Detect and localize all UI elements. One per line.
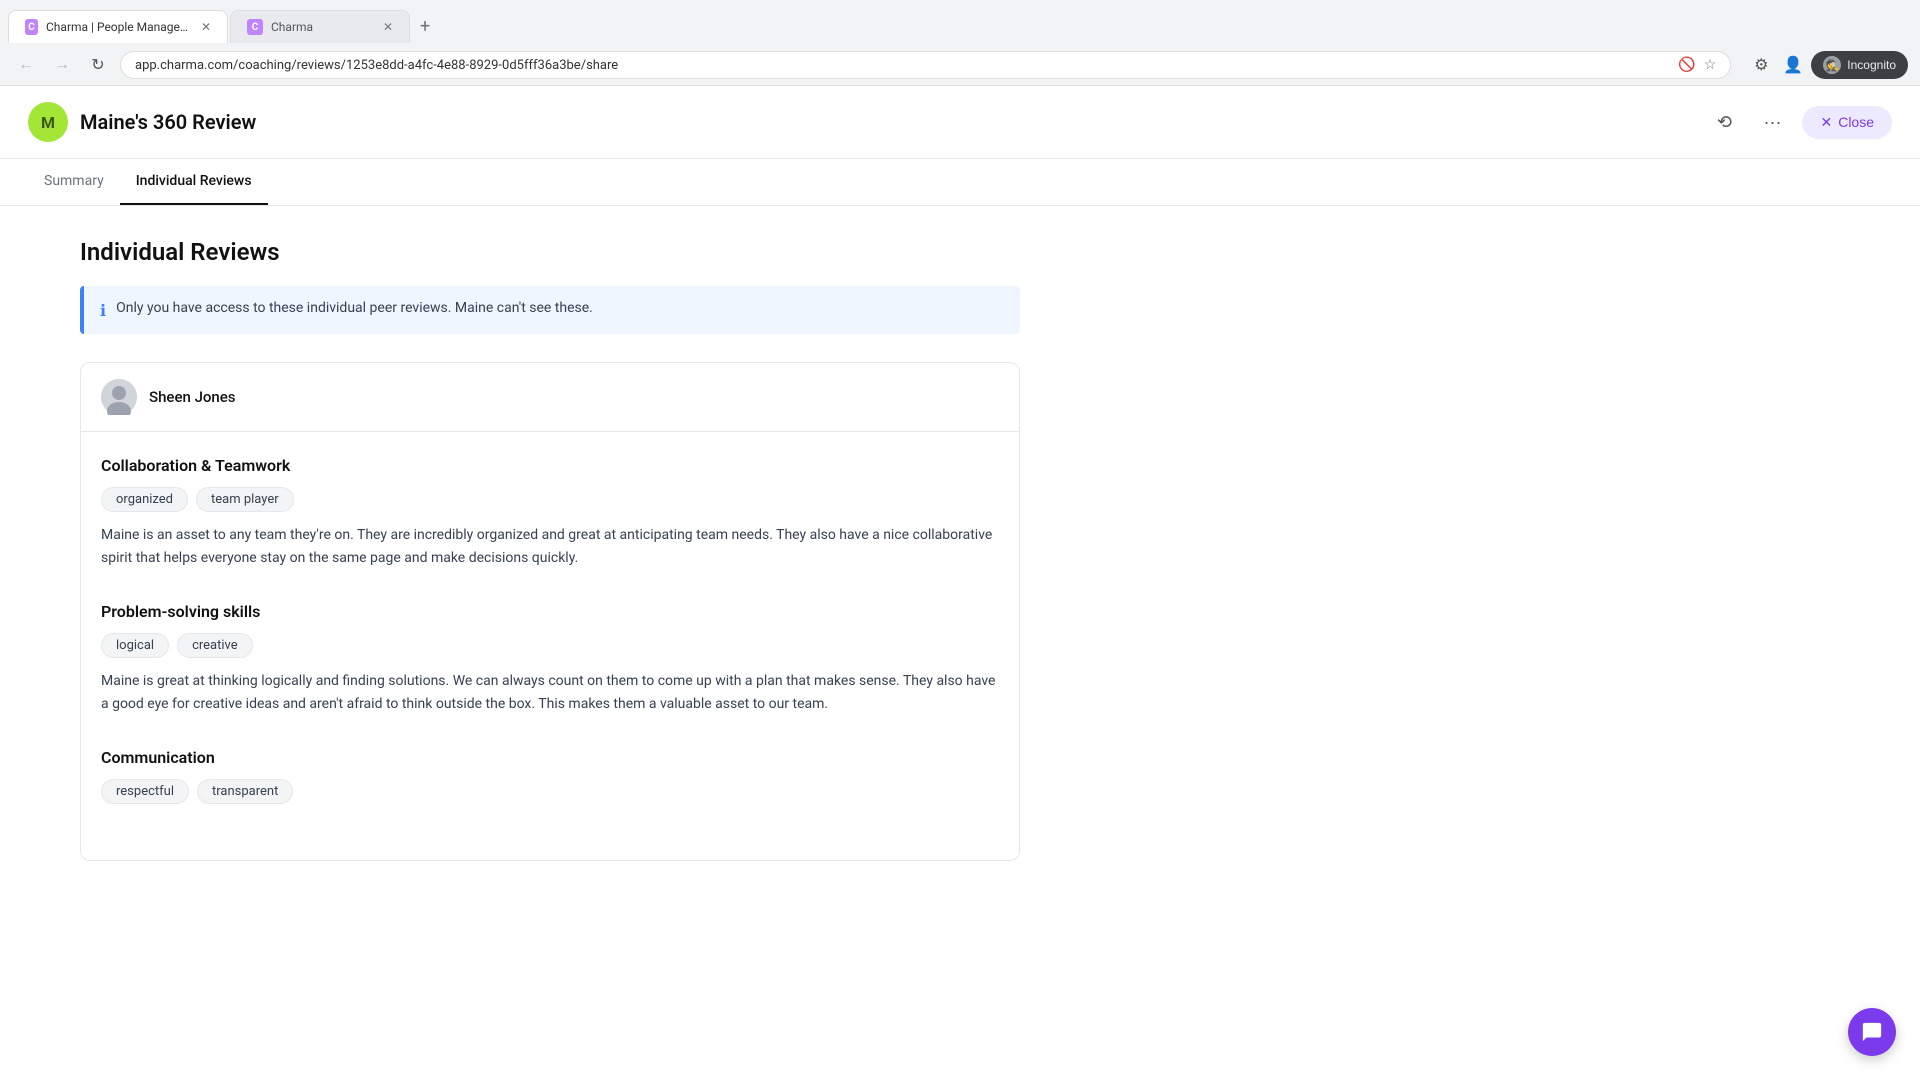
content-wrapper: M Maine's 360 Review ⟲ ··· ✕ Close Summa… <box>0 86 1920 1031</box>
reviewer-avatar <box>101 379 137 415</box>
app-header: M Maine's 360 Review ⟲ ··· ✕ Close <box>0 86 1920 159</box>
page-section-title: Individual Reviews <box>80 238 1020 266</box>
review-section-problem-solving: Problem-solving skills logical creative … <box>101 602 999 716</box>
tag-team-player: team player <box>196 487 294 512</box>
profile-button[interactable]: 👤 <box>1779 51 1807 79</box>
forward-button[interactable]: → <box>48 51 76 79</box>
tab-inactive[interactable]: C Charma ✕ <box>230 10 410 43</box>
chat-bubble-button[interactable] <box>1848 1008 1896 1056</box>
address-text: app.charma.com/coaching/reviews/1253e8dd… <box>135 58 1678 73</box>
tab-bar: C Charma | People Management S... ✕ C Ch… <box>0 0 1920 45</box>
header-actions: ⟲ ··· ✕ Close <box>1706 104 1892 140</box>
tab-close-2[interactable]: ✕ <box>383 20 393 34</box>
main-content: Individual Reviews ℹ Only you have acces… <box>0 206 1100 893</box>
reviewer-name: Sheen Jones <box>149 388 236 406</box>
camera-off-icon: 🚫 <box>1678 57 1695 73</box>
browser-actions: ⚙ 👤 🕵 Incognito <box>1747 51 1908 79</box>
close-x-icon: ✕ <box>1820 114 1832 131</box>
review-text-problem-solving: Maine is great at thinking logically and… <box>101 670 999 716</box>
close-label: Close <box>1838 114 1874 130</box>
tab-label-2: Charma <box>271 20 313 34</box>
tab-close-1[interactable]: ✕ <box>201 20 211 34</box>
section-title-collaboration: Collaboration & Teamwork <box>101 456 999 475</box>
avatar: M <box>28 102 68 142</box>
address-bar[interactable]: app.charma.com/coaching/reviews/1253e8dd… <box>120 51 1731 79</box>
section-title-communication: Communication <box>101 748 999 767</box>
tags-problem-solving: logical creative <box>101 633 999 658</box>
info-banner-text: Only you have access to these individual… <box>116 300 593 316</box>
chat-icon <box>1861 1021 1883 1043</box>
tab-individual-reviews[interactable]: Individual Reviews <box>120 159 268 205</box>
tags-communication: respectful transparent <box>101 779 999 804</box>
tag-transparent: transparent <box>197 779 293 804</box>
address-bar-row: ← → ↻ app.charma.com/coaching/reviews/12… <box>0 45 1920 85</box>
section-title-problem-solving: Problem-solving skills <box>101 602 999 621</box>
close-button[interactable]: ✕ Close <box>1802 106 1892 139</box>
reload-button[interactable]: ↻ <box>84 51 112 79</box>
browser-chrome: C Charma | People Management S... ✕ C Ch… <box>0 0 1920 86</box>
tab-favicon-2: C <box>247 19 263 35</box>
tab-active[interactable]: C Charma | People Management S... ✕ <box>8 10 228 43</box>
address-icons: 🚫 ☆ <box>1678 57 1716 73</box>
reviewer-avatar-img <box>101 379 137 415</box>
tag-creative: creative <box>177 633 253 658</box>
reviewer-header: Sheen Jones <box>81 363 1019 432</box>
history-button[interactable]: ⟲ <box>1706 104 1742 140</box>
review-title: Maine's 360 Review <box>80 110 256 134</box>
extensions-button[interactable]: ⚙ <box>1747 51 1775 79</box>
review-text-collaboration: Maine is an asset to any team they're on… <box>101 524 999 570</box>
tag-organized: organized <box>101 487 188 512</box>
reviewer-body: Collaboration & Teamwork organized team … <box>81 432 1019 860</box>
tab-favicon-1: C <box>25 19 38 35</box>
more-options-button[interactable]: ··· <box>1754 104 1790 140</box>
back-button[interactable]: ← <box>12 51 40 79</box>
page-tabs: Summary Individual Reviews <box>0 159 1920 206</box>
tag-logical: logical <box>101 633 169 658</box>
reviewer-card: Sheen Jones Collaboration & Teamwork org… <box>80 362 1020 861</box>
incognito-icon: 🕵 <box>1823 56 1841 74</box>
new-tab-button[interactable]: + <box>412 8 438 45</box>
bookmark-icon[interactable]: ☆ <box>1704 57 1717 73</box>
review-section-collaboration: Collaboration & Teamwork organized team … <box>101 456 999 570</box>
tab-summary[interactable]: Summary <box>28 159 120 205</box>
tags-collaboration: organized team player <box>101 487 999 512</box>
incognito-button[interactable]: 🕵 Incognito <box>1811 51 1908 79</box>
info-banner: ℹ Only you have access to these individu… <box>80 286 1020 334</box>
info-icon: ℹ <box>100 301 106 320</box>
app-logo: M Maine's 360 Review <box>28 102 1706 142</box>
incognito-label: Incognito <box>1847 58 1896 72</box>
review-section-communication: Communication respectful transparent <box>101 748 999 804</box>
tab-label-1: Charma | People Management S... <box>46 20 193 34</box>
tag-respectful: respectful <box>101 779 189 804</box>
